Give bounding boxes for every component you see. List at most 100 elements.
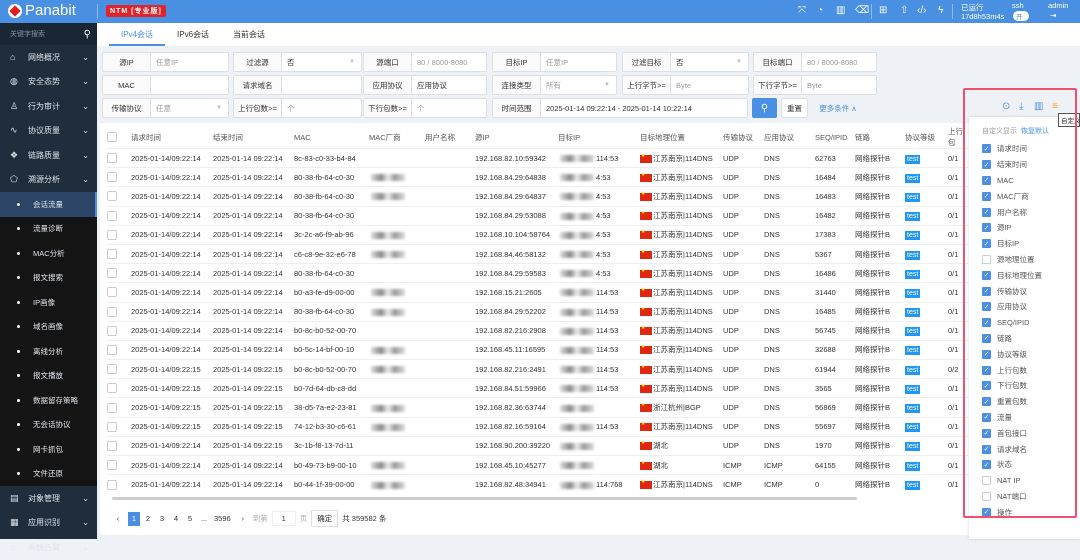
tab-ipv6[interactable]: IPv6会话 <box>165 23 221 46</box>
row-checkbox[interactable] <box>107 167 131 187</box>
up-pkts-input[interactable]: 个 <box>282 99 361 117</box>
row-checkbox[interactable] <box>107 243 131 264</box>
row-checkbox[interactable] <box>107 339 131 360</box>
page-3[interactable]: 3 <box>156 512 168 526</box>
down-pkts-input[interactable]: 个 <box>412 99 486 117</box>
row-checkbox[interactable] <box>107 320 131 341</box>
more-conditions-link[interactable]: 更多条件 ∧ <box>813 98 863 118</box>
down-pkts-filter[interactable]: 下行包数>= 个 <box>363 98 487 118</box>
down-bytes-input[interactable]: Byte <box>802 76 876 94</box>
sidebar-subitem-9[interactable]: 无会话协议 <box>0 413 97 438</box>
dst-ip-filter[interactable]: 目标IP 任意IP <box>492 52 617 72</box>
sidebar-item-bottom-1[interactable]: ▦ 应用识别 ⌄ <box>0 511 97 536</box>
table-row[interactable]: 2025-01-14/09:22:14 2025-01-14 09:22:14 3c… <box>107 224 968 245</box>
src-ip-type-select[interactable]: 源IP <box>103 53 151 71</box>
sidebar-subitem-3[interactable]: 报文搜索 <box>0 266 97 291</box>
row-checkbox[interactable] <box>107 147 131 168</box>
conn-type-select[interactable]: 连接类型 所有 ▼ <box>492 75 617 95</box>
transport-value[interactable]: 任意 <box>151 99 216 117</box>
code-icon[interactable]: ‹/› <box>917 5 926 16</box>
logout-icon[interactable]: ⇥ <box>1050 11 1056 20</box>
sidebar-item-bottom-0[interactable]: ▤ 对象管理 ⌄ <box>0 486 97 511</box>
table-row[interactable]: 2025-01-14/09:22:14 2025-01-14 09:22:14 80… <box>107 263 968 283</box>
goto-confirm-button[interactable]: 确定 <box>311 510 339 527</box>
dst-ip-type-select[interactable]: 目标IP <box>493 53 541 71</box>
table-row[interactable]: 2025-01-14/09:22:14 2025-01-14 09:22:14 8c… <box>107 147 968 168</box>
sidebar-subitem-8[interactable]: 数据留存策略 <box>0 388 97 413</box>
fullscreen-icon[interactable]: ⤧ <box>798 5 806 16</box>
table-row[interactable]: 2025-01-14/09:22:14 2025-01-14 09:22:14 b0… <box>107 474 968 494</box>
table-row[interactable]: 2025-01-14/09:22:15 2025-01-14 09:22:15 b0… <box>107 378 968 398</box>
column-header[interactable]: SEQ/IPID <box>815 126 855 149</box>
tab-ipv4[interactable]: IPv4会话 <box>109 23 166 46</box>
table-row[interactable]: 2025-01-14/09:22:14 2025-01-14 09:22:14 c6… <box>107 243 968 264</box>
user-name[interactable]: admin <box>1048 1 1068 10</box>
page-4[interactable]: 4 <box>170 512 182 526</box>
column-header[interactable]: MAC厂商 <box>369 126 425 149</box>
column-header[interactable]: 链路 <box>855 126 905 149</box>
row-checkbox[interactable] <box>107 205 131 226</box>
table-row[interactable]: 2025-01-14/09:22:14 2025-01-14 09:22:14 b0… <box>107 320 968 341</box>
up-bytes-input[interactable]: Byte <box>671 76 748 94</box>
clean-icon[interactable]: ⌫ <box>855 5 869 16</box>
row-checkbox[interactable] <box>107 454 131 475</box>
page-5[interactable]: 5 <box>184 512 196 526</box>
column-header[interactable]: 传输协议 <box>723 126 764 149</box>
column-header[interactable]: 目标IP <box>558 126 640 149</box>
column-header[interactable]: MAC <box>294 126 369 149</box>
app-filter[interactable]: 应用协议 应用协议 <box>363 75 487 95</box>
sidebar-item-top-1[interactable]: ◍ 安全态势 ⌄ <box>0 70 97 95</box>
row-checkbox[interactable] <box>107 359 131 379</box>
sidebar-subitem-2[interactable]: MAC分析 <box>0 241 97 266</box>
ssh-toggle[interactable]: 开 <box>1013 11 1029 21</box>
filter-dst-select[interactable]: 过滤目标否 ▼ <box>622 52 749 72</box>
up-pkts-filter[interactable]: 上行包数>= 个 <box>233 98 362 118</box>
layout-icon[interactable]: ⊞ <box>879 5 887 16</box>
row-checkbox[interactable] <box>107 282 131 302</box>
tab-current[interactable]: 当前会话 <box>221 23 277 46</box>
table-row[interactable]: 2025-01-14/09:22:14 2025-01-14 09:22:14 80… <box>107 301 968 322</box>
dst-port-input[interactable]: 80 / 8000-8080 <box>802 53 876 71</box>
src-port-input[interactable]: 80 / 8000-8080 <box>412 53 486 71</box>
src-port-filter[interactable]: 源端口 80 / 8000-8080 <box>363 52 487 72</box>
table-row[interactable]: 2025-01-14/09:22:14 2025-01-14 09:22:14 b0… <box>107 454 968 475</box>
search-button[interactable]: ⚲ <box>752 98 777 118</box>
table-row[interactable]: 2025-01-14/09:22:14 2025-01-14 09:22:14 b0… <box>107 282 968 302</box>
sidebar-search[interactable]: 关键字搜索 ⚲ <box>0 23 97 45</box>
mac-input[interactable] <box>151 76 228 94</box>
sidebar-subitem-6[interactable]: 离线分析 <box>0 339 97 364</box>
filter-dst-value[interactable]: 否 <box>671 53 736 71</box>
down-bytes-filter[interactable]: 下行字节>= Byte <box>753 75 877 95</box>
sidebar-item-top-5[interactable]: ⬠ 溯源分析 ⌄ <box>0 168 97 193</box>
book-icon[interactable]: ▥ <box>836 5 845 16</box>
conn-type-value[interactable]: 所有 <box>541 76 604 94</box>
domain-filter[interactable]: 请求域名 <box>233 75 362 95</box>
row-checkbox[interactable] <box>107 474 131 494</box>
column-header[interactable]: 协议等级 <box>905 126 948 149</box>
row-checkbox[interactable] <box>107 378 131 398</box>
column-header[interactable]: 目标地理位置 <box>640 126 723 149</box>
search-icon[interactable]: ⚲ <box>84 29 91 40</box>
domain-input[interactable] <box>282 76 361 94</box>
sidebar-subitem-7[interactable]: 报文播放 <box>0 364 97 389</box>
sidebar-subitem-5[interactable]: 域名画像 <box>0 315 97 340</box>
horizontal-scrollbar[interactable] <box>112 497 857 500</box>
row-checkbox[interactable] <box>107 397 131 418</box>
filter-src-value[interactable]: 否 <box>282 53 349 71</box>
select-all-checkbox[interactable] <box>107 126 131 149</box>
filter-src-select[interactable]: 过滤源否 ▼ <box>233 52 362 72</box>
table-row[interactable]: 2025-01-14/09:22:14 2025-01-14 09:22:15 3c… <box>107 435 968 456</box>
time-range-input[interactable]: 2025-01-14 09:22:14 - 2025-01-14 10:22:1… <box>541 99 747 117</box>
table-row[interactable]: 2025-01-14/09:22:15 2025-01-14 09:22:15 b0… <box>107 359 968 379</box>
table-row[interactable]: 2025-01-14/09:22:15 2025-01-14 09:22:15 38… <box>107 397 968 418</box>
dst-port-filter[interactable]: 目标端口 80 / 8000-8080 <box>753 52 877 72</box>
table-row[interactable]: 2025-01-14/09:22:14 2025-01-14 09:22:14 80… <box>107 167 968 187</box>
table-row[interactable]: 2025-01-14/09:22:15 2025-01-14 09:22:15 74… <box>107 416 968 437</box>
sidebar-subitem-4[interactable]: IP画像 <box>0 290 97 315</box>
sidebar-subitem-0[interactable]: 会话流量 <box>0 192 97 217</box>
page-3596[interactable]: 3596 <box>212 512 233 526</box>
sidebar-item-top-0[interactable]: ⌂ 网络概况 ⌄ <box>0 45 97 70</box>
row-checkbox[interactable] <box>107 224 131 245</box>
sidebar-item-top-4[interactable]: ❖ 链路质量 ⌄ <box>0 143 97 168</box>
column-header[interactable]: 用户名称 <box>425 126 475 149</box>
